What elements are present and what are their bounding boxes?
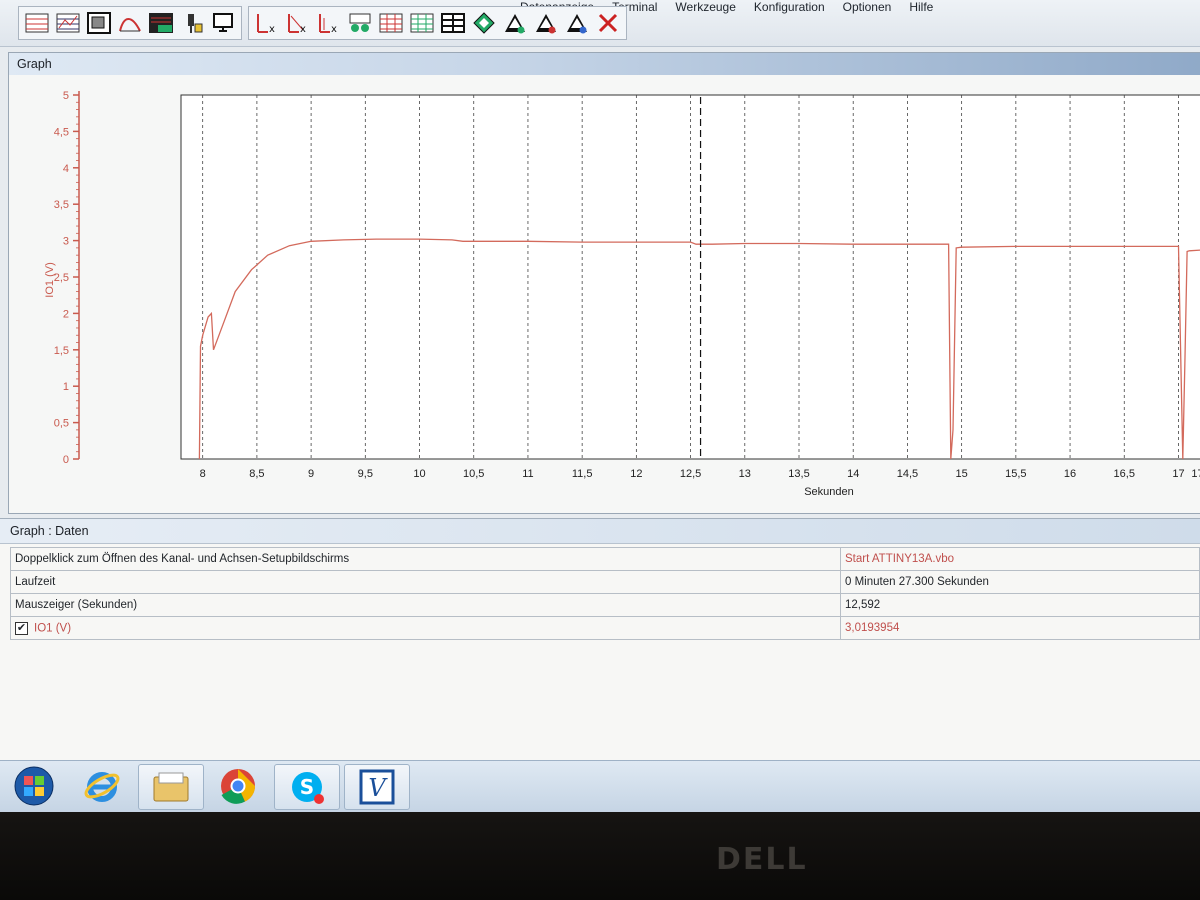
x-tick-label: 14 bbox=[847, 468, 859, 480]
x-tick-label: 10 bbox=[413, 468, 425, 480]
clear-channel-icon[interactable]: x bbox=[284, 9, 312, 37]
row-label: Mauszeiger (Sekunden) bbox=[10, 593, 841, 617]
x-axis-label: Sekunden bbox=[804, 486, 854, 498]
toolbar-group-2: x x x bbox=[248, 6, 627, 40]
y-tick-label: 3,5 bbox=[54, 199, 69, 211]
file-explorer-icon[interactable] bbox=[138, 764, 204, 810]
counter-icon[interactable] bbox=[346, 9, 374, 37]
graph-icon[interactable] bbox=[116, 9, 144, 37]
x-tick-label: 16 bbox=[1064, 468, 1076, 480]
table-row[interactable]: Laufzeit 0 Minuten 27.300 Sekunden bbox=[10, 570, 1200, 594]
menu-optionen[interactable]: Optionen bbox=[843, 0, 892, 14]
chrome-icon[interactable] bbox=[206, 764, 270, 808]
row-value: Start ATTINY13A.vbo bbox=[840, 547, 1200, 571]
menu-werkzeuge[interactable]: Werkzeuge bbox=[675, 0, 735, 14]
channel-checkbox[interactable]: ✔ bbox=[15, 621, 28, 635]
data-table: Doppelklick zum Öffnen des Kanal- und Ac… bbox=[10, 547, 1200, 640]
y-tick-label: 3 bbox=[63, 236, 69, 248]
table-row[interactable]: ✔ IO1 (V) 3,0193954 bbox=[10, 616, 1200, 640]
data-grid-green-icon[interactable] bbox=[408, 9, 436, 37]
x-tick-label: 11 bbox=[522, 468, 533, 480]
graph-window-title: Graph bbox=[9, 53, 1200, 75]
x-tick-label: 13 bbox=[739, 468, 751, 480]
row-label-channel: ✔ IO1 (V) bbox=[10, 616, 841, 640]
y-tick-layer: 00,511,522,533,544,55 bbox=[54, 90, 79, 466]
zoom-window-icon[interactable] bbox=[85, 9, 113, 37]
diamond-icon[interactable] bbox=[470, 9, 498, 37]
x-tick-label: 15 bbox=[956, 468, 968, 480]
data-grid-icon[interactable] bbox=[377, 9, 405, 37]
monitor-icon[interactable] bbox=[209, 9, 237, 37]
x-tick-label: 8 bbox=[200, 468, 206, 480]
flag-add-icon[interactable] bbox=[501, 9, 529, 37]
x-tick-label: 17, bbox=[1191, 468, 1200, 480]
x-tick-label: 13,5 bbox=[788, 468, 809, 480]
x-tick-label: 11,5 bbox=[572, 468, 593, 480]
table-row[interactable]: Mauszeiger (Sekunden) 12,592 bbox=[10, 593, 1200, 617]
row-value: 3,0193954 bbox=[840, 616, 1200, 640]
grid-icon[interactable] bbox=[23, 9, 51, 37]
x-tick-layer: 8 8,5 9 9,5 10 10,5 11 11,5 12 12,5 13 13,5 14 14,5 15… bbox=[200, 468, 1200, 480]
svg-text:x: x bbox=[269, 24, 275, 34]
channel-name: IO1 (V) bbox=[34, 622, 72, 635]
toolbar-group-1 bbox=[18, 6, 242, 40]
y-tick-label: 1 bbox=[63, 381, 69, 393]
row-value: 12,592 bbox=[840, 593, 1200, 617]
x-tick-label: 16,5 bbox=[1114, 468, 1135, 480]
svg-text:V: V bbox=[368, 774, 388, 802]
x-tick-label: 9 bbox=[308, 468, 314, 480]
probe-icon[interactable] bbox=[178, 9, 206, 37]
y-axis-label: IO1 (V) bbox=[44, 262, 56, 297]
x-tick-label: 12,5 bbox=[680, 468, 701, 480]
clear-channel-icon[interactable]: x bbox=[315, 9, 343, 37]
row-label: Laufzeit bbox=[10, 570, 841, 594]
skype-icon[interactable]: S bbox=[274, 764, 340, 810]
x-tick-label: 15,5 bbox=[1005, 468, 1026, 480]
x-tick-label: 9,5 bbox=[358, 468, 373, 480]
menu-konfiguration[interactable]: Konfiguration bbox=[754, 0, 825, 14]
table-icon[interactable] bbox=[439, 9, 467, 37]
vbox-app-icon[interactable]: V bbox=[344, 764, 410, 810]
desktop-screen: Datenanzeige Terminal Werkzeuge Konfigur… bbox=[0, 0, 1200, 812]
close-x-icon[interactable] bbox=[594, 9, 622, 37]
y-tick-label: 4 bbox=[63, 163, 69, 175]
toolbar-area: Datenanzeige Terminal Werkzeuge Konfigur… bbox=[0, 0, 1200, 47]
table-row[interactable]: Doppelklick zum Öffnen des Kanal- und Ac… bbox=[10, 547, 1200, 571]
y-tick-label: 1,5 bbox=[54, 345, 69, 357]
menu-hilfe[interactable]: Hilfe bbox=[909, 0, 933, 14]
x-tick-label: 14,5 bbox=[897, 468, 918, 480]
graph-window: Graph 0 0,5 1 1,5 2 2,5 3 3,5 4 4,5 5 8 8,5 9 9,5 10 10… bbox=[8, 52, 1200, 514]
start-orb-icon[interactable] bbox=[2, 764, 66, 808]
svg-text:x: x bbox=[300, 24, 306, 34]
laptop-bezel bbox=[0, 812, 1200, 900]
x-tick-label: 17 bbox=[1172, 468, 1184, 480]
y-tick-label: 5 bbox=[63, 90, 69, 102]
internet-explorer-icon[interactable] bbox=[70, 764, 134, 808]
taskbar: S V bbox=[0, 760, 1200, 812]
y-tick-label: 4,5 bbox=[54, 126, 69, 138]
svg-text:S: S bbox=[300, 775, 314, 799]
clear-channel-icon[interactable]: x bbox=[253, 9, 281, 37]
dell-logo: DELL bbox=[716, 842, 808, 877]
flag-remove-icon[interactable] bbox=[532, 9, 560, 37]
y-tick-label: 0,5 bbox=[54, 418, 69, 430]
toolbar: x x x bbox=[18, 6, 633, 40]
graph-chart[interactable]: 00,511,522,533,544,55 8 8,5 9 9,5 10 10,5 11 11… bbox=[9, 75, 1200, 511]
data-window-title: Graph : Daten bbox=[0, 519, 1200, 544]
x-tick-label: 12 bbox=[630, 468, 642, 480]
y-tick-label: 2 bbox=[63, 308, 69, 320]
y-tick-label: 0 bbox=[63, 454, 69, 466]
row-label: Doppelklick zum Öffnen des Kanal- und Ac… bbox=[10, 547, 841, 571]
grid-red-icon[interactable] bbox=[54, 9, 82, 37]
x-tick-label: 10,5 bbox=[463, 468, 484, 480]
data-window: Graph : Daten Doppelklick zum Öffnen des… bbox=[0, 518, 1200, 761]
x-tick-label: 8,5 bbox=[249, 468, 264, 480]
row-value: 0 Minuten 27.300 Sekunden bbox=[840, 570, 1200, 594]
clock-icon[interactable] bbox=[147, 9, 175, 37]
flag-icon[interactable] bbox=[563, 9, 591, 37]
svg-text:x: x bbox=[331, 24, 337, 34]
